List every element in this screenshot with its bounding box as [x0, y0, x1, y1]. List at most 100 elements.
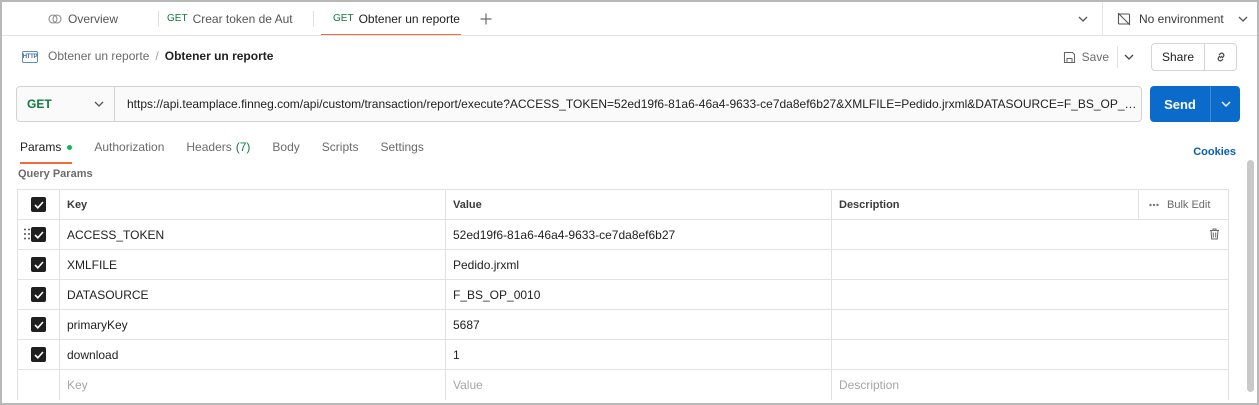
tab-params-label: Params [20, 140, 62, 154]
param-value[interactable]: F_BS_OP_0010 [446, 280, 832, 309]
send-button[interactable]: Send [1150, 97, 1210, 112]
table-row: DATASOURCE F_BS_OP_0010 [18, 280, 1228, 310]
tab-authorization[interactable]: Authorization [94, 136, 164, 158]
save-label: Save [1081, 50, 1109, 64]
select-all-cell [18, 190, 60, 219]
tab-body[interactable]: Body [272, 136, 299, 158]
tab-crear-token[interactable]: GET Crear token de Autentic [155, 2, 305, 35]
new-value-input[interactable]: Value [446, 370, 832, 400]
param-key[interactable]: primaryKey [60, 310, 446, 339]
share-group: Share [1151, 43, 1237, 71]
param-key[interactable]: DATASOURCE [60, 280, 446, 309]
new-description-input[interactable]: Description [832, 370, 1228, 400]
query-params-title: Query Params [18, 168, 93, 180]
row-checkbox[interactable] [31, 287, 46, 302]
plus-icon [480, 13, 492, 25]
new-param-row: Key Value Description [18, 370, 1228, 400]
table-row: download 1 [18, 340, 1228, 370]
table-row: ACCESS_TOKEN 52ed19f6-81a6-46a4-9633-ce7… [18, 220, 1228, 250]
row-check-cell [18, 370, 60, 400]
tab-label: Crear token de Autentic [192, 11, 293, 26]
param-value[interactable]: 52ed19f6-81a6-46a4-9633-ce7da8ef6b27 [446, 220, 832, 249]
param-description[interactable] [832, 310, 1228, 339]
tab-headers[interactable]: Headers (7) [186, 136, 250, 158]
column-header-value: Value [446, 190, 832, 219]
environment-selector[interactable]: No environment [1102, 2, 1257, 35]
param-description[interactable] [832, 340, 1228, 369]
param-description[interactable] [832, 250, 1228, 279]
row-checkbox[interactable] [31, 317, 46, 332]
query-params-table: Key Value Description Bulk Edit ACCESS_T… [17, 189, 1229, 400]
row-checkbox[interactable] [31, 347, 46, 362]
tab-overview[interactable]: Overview [36, 2, 154, 35]
param-key[interactable]: ACCESS_TOKEN [60, 220, 446, 249]
send-options-button[interactable] [1210, 86, 1240, 122]
row-check-cell [18, 220, 60, 249]
cookies-link[interactable]: Cookies [1193, 146, 1236, 158]
new-key-input[interactable]: Key [60, 370, 446, 400]
param-key[interactable]: XMLFILE [60, 250, 446, 279]
tabs-dropdown-button[interactable] [1074, 10, 1092, 28]
chevron-down-icon [1221, 101, 1230, 107]
param-description[interactable] [832, 280, 1228, 309]
more-options-icon [1149, 203, 1159, 206]
url-input[interactable]: https://api.teamplace.finneg.com/api/cus… [115, 97, 1141, 111]
chevron-down-icon [1078, 16, 1088, 22]
request-header: HTTP Obtener un reporte / Obtener un rep… [2, 36, 1257, 78]
row-checkbox[interactable] [31, 227, 46, 242]
tab-method: GET [167, 13, 188, 24]
chevron-down-icon [1238, 16, 1248, 22]
send-group: Send [1150, 86, 1240, 122]
param-description[interactable] [832, 220, 1228, 249]
save-options-button[interactable] [1117, 46, 1139, 68]
table-header-row: Key Value Description Bulk Edit [18, 190, 1228, 220]
url-bar: GET https://api.teamplace.finneg.com/api… [16, 86, 1142, 122]
tab-scripts[interactable]: Scripts [322, 136, 359, 158]
headers-count: (7) [235, 140, 251, 154]
checkmark-icon [33, 290, 44, 299]
request-tabs: Params Authorization Headers (7) Body Sc… [20, 136, 446, 164]
http-request-icon: HTTP [22, 51, 38, 63]
tab-label: Obtener un reporte [358, 11, 460, 26]
tab-settings[interactable]: Settings [380, 136, 423, 158]
tab-label: Overview [68, 11, 119, 26]
method-label: GET [27, 97, 52, 111]
breadcrumb-parent[interactable]: Obtener un reporte [48, 49, 149, 63]
vertical-scrollbar[interactable] [1247, 160, 1254, 392]
row-check-cell [18, 340, 60, 369]
chevron-down-icon [1124, 54, 1133, 60]
column-header-key: Key [60, 190, 446, 219]
tab-scripts-label: Scripts [321, 140, 359, 154]
tab-method: GET [333, 13, 354, 24]
checkmark-icon [33, 260, 44, 269]
tab-bar: Overview GET Crear token de Autentic GET… [2, 2, 1257, 36]
save-button[interactable]: Save [1063, 50, 1117, 64]
method-select[interactable]: GET [17, 87, 115, 121]
copy-link-button[interactable] [1204, 44, 1236, 70]
request-name[interactable]: Obtener un reporte [165, 49, 274, 63]
select-all-checkbox[interactable] [31, 197, 46, 212]
drag-handle-icon[interactable] [24, 228, 30, 240]
breadcrumb: Obtener un reporte / Obtener un reporte [48, 49, 273, 63]
tab-params[interactable]: Params [20, 136, 73, 164]
overview-icon [48, 13, 62, 24]
row-checkbox[interactable] [31, 257, 46, 272]
new-tab-button[interactable] [476, 9, 496, 29]
tab-divider [313, 11, 314, 27]
bulk-edit-button[interactable]: Bulk Edit [1138, 190, 1228, 219]
checkmark-icon [33, 230, 44, 239]
bulk-edit-label: Bulk Edit [1167, 198, 1211, 211]
param-value[interactable]: 1 [446, 340, 832, 369]
checkmark-icon [33, 350, 44, 359]
checkmark-icon [33, 320, 44, 329]
save-group: Save [1063, 46, 1139, 68]
param-key[interactable]: download [60, 340, 446, 369]
save-icon [1063, 51, 1075, 63]
param-value[interactable]: 5687 [446, 310, 832, 339]
table-row: XMLFILE Pedido.jrxml [18, 250, 1228, 280]
param-value[interactable]: Pedido.jrxml [446, 250, 832, 279]
params-active-indicator [67, 144, 73, 150]
share-button[interactable]: Share [1152, 50, 1204, 64]
tab-obtener-reporte[interactable]: GET Obtener un reporte [321, 2, 461, 35]
trash-icon[interactable] [1209, 228, 1220, 240]
